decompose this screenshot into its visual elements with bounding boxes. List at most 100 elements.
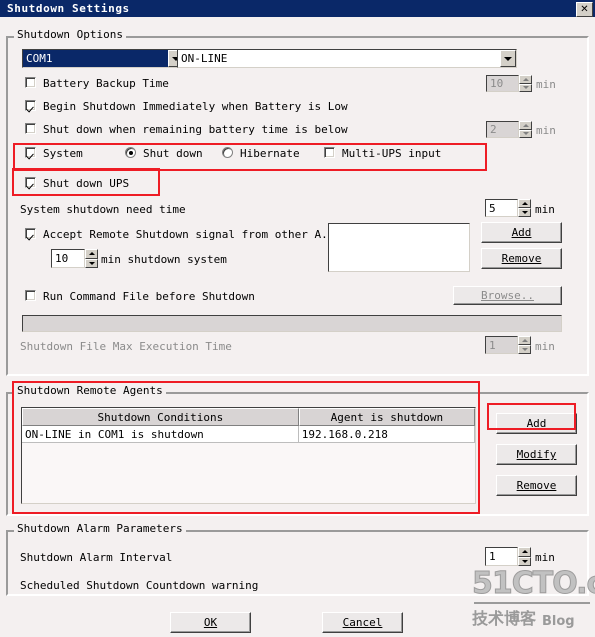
accept-remote-shutdown-checkbox[interactable]	[25, 228, 36, 239]
spin-up-icon[interactable]	[518, 547, 531, 557]
battery-backup-time-value[interactable]: 10	[486, 75, 519, 92]
status-combo[interactable]: ON-LINE	[177, 49, 517, 68]
agents-remove-button[interactable]: Remove	[496, 475, 577, 496]
chevron-down-icon-status[interactable]	[500, 50, 516, 67]
window-titlebar: Shutdown Settings	[0, 0, 595, 17]
remote-delay-value[interactable]: 10	[51, 249, 85, 268]
remote-agents-body: Shutdown Conditions Agent is shutdown ON…	[6, 392, 589, 516]
begin-shutdown-checkbox[interactable]	[25, 100, 36, 111]
watermark-sub-text: 技术博客	[472, 609, 537, 628]
spin-up-icon[interactable]	[85, 249, 98, 259]
system-shutdown-need-time-spin[interactable]: 5	[485, 199, 531, 217]
status-combo-value: ON-LINE	[181, 52, 228, 65]
agents-add-button[interactable]: Add	[496, 413, 577, 434]
multi-ups-label: Multi-UPS input	[342, 147, 442, 160]
spin-up-icon[interactable]	[519, 75, 532, 84]
system-shutdown-need-time-label: System shutdown need time	[20, 203, 186, 216]
agents-add-button-label: Add	[526, 417, 547, 430]
hibernate-radio-label: Hibernate	[240, 147, 300, 160]
run-command-file-checkbox[interactable]	[25, 290, 36, 301]
max-execution-time-spin[interactable]: 1	[485, 336, 531, 354]
remote-remove-button[interactable]: Remove	[481, 248, 562, 269]
hibernate-radio[interactable]	[222, 147, 233, 158]
close-icon[interactable]: ✕	[576, 2, 593, 17]
battery-backup-time-label: Battery Backup Time	[43, 77, 169, 90]
spin-down-icon[interactable]	[518, 556, 531, 566]
shutdown-remaining-spin-buttons[interactable]	[519, 121, 532, 138]
table-row[interactable]: ON-LINE in COM1 is shutdown 192.168.0.21…	[22, 426, 475, 443]
spin-up-icon[interactable]	[519, 121, 532, 130]
accept-remote-shutdown-label: Accept Remote Shutdown signal from other…	[43, 228, 342, 241]
column-header-shutdown-conditions[interactable]: Shutdown Conditions	[22, 408, 299, 426]
remote-agents-grid[interactable]: Shutdown Conditions Agent is shutdown ON…	[21, 407, 476, 504]
max-exec-unit: min	[535, 340, 555, 353]
command-path-input[interactable]	[22, 315, 562, 332]
shut-down-radio-label: Shut down	[143, 147, 203, 160]
shut-down-ups-checkbox[interactable]	[25, 177, 36, 188]
run-command-file-label: Run Command File before Shutdown	[43, 290, 255, 303]
agents-modify-button[interactable]: Modify	[496, 444, 577, 465]
shut-down-radio[interactable]	[125, 147, 136, 158]
max-exec-value[interactable]: 1	[485, 336, 518, 354]
spin-down-icon[interactable]	[518, 345, 531, 354]
remote-delay-spin-buttons[interactable]	[85, 249, 98, 268]
system-label: System	[43, 147, 83, 160]
remote-remove-button-label: Remove	[501, 252, 542, 265]
remote-delay-suffix-label: min shutdown system	[101, 253, 227, 266]
shutdown-remaining-label: Shut down when remaining battery time is…	[43, 123, 348, 136]
begin-shutdown-label: Begin Shutdown Immediately when Battery …	[43, 100, 348, 113]
battery-backup-time-spin-buttons[interactable]	[519, 75, 532, 92]
alarm-interval-unit: min	[535, 551, 555, 564]
browse-button-label: Browse..	[481, 289, 534, 302]
max-execution-time-label: Shutdown File Max Execution Time	[20, 340, 232, 353]
port-combo[interactable]: COM1	[22, 49, 185, 68]
alarm-interval-spin-buttons[interactable]	[518, 547, 531, 566]
alarm-parameters-body: Shutdown Alarm Interval 1 min Scheduled …	[6, 530, 589, 596]
alarm-interval-value[interactable]: 1	[485, 547, 518, 566]
spin-up-icon[interactable]	[518, 199, 531, 208]
shutdown-remaining-checkbox[interactable]	[25, 123, 36, 134]
battery-backup-time-spin[interactable]: 10	[486, 75, 532, 92]
alarm-parameters-title: Shutdown Alarm Parameters	[14, 522, 186, 535]
remote-add-button-label: Add	[511, 226, 532, 239]
ok-button[interactable]: OK	[170, 612, 251, 633]
window-title: Shutdown Settings	[7, 2, 130, 15]
remote-agents-listbox[interactable]	[328, 223, 470, 272]
browse-button[interactable]: Browse..	[453, 286, 562, 305]
system-checkbox[interactable]	[25, 147, 36, 158]
battery-backup-time-checkbox[interactable]	[25, 77, 36, 88]
countdown-warning-label: Scheduled Shutdown Countdown warning	[20, 579, 259, 592]
agents-remove-button-label: Remove	[516, 479, 557, 492]
spin-down-icon[interactable]	[519, 129, 532, 138]
cell-agent: 192.168.0.218	[298, 426, 475, 443]
spin-up-icon[interactable]	[518, 336, 531, 345]
spin-down-icon[interactable]	[518, 208, 531, 217]
shutdown-remaining-value[interactable]: 2	[486, 121, 519, 138]
need-time-unit: min	[535, 203, 555, 216]
column-header-agent-is-shutdown[interactable]: Agent is shutdown	[298, 408, 475, 426]
need-time-spin-buttons[interactable]	[518, 199, 531, 217]
remote-agents-grid-header: Shutdown Conditions Agent is shutdown	[22, 408, 475, 426]
shutdown-options-group: Shutdown Options COM1 ON-LINE Battery Ba…	[6, 28, 589, 376]
battery-backup-time-unit: min	[536, 78, 556, 91]
port-combo-value: COM1	[23, 50, 168, 67]
alarm-parameters-group: Shutdown Alarm Parameters Shutdown Alarm…	[6, 522, 589, 596]
alarm-interval-spin[interactable]: 1	[485, 547, 531, 566]
shutdown-options-title: Shutdown Options	[14, 28, 126, 41]
cancel-button[interactable]: Cancel	[322, 612, 403, 633]
shutdown-remaining-spin[interactable]: 2	[486, 121, 532, 138]
shutdown-options-body: COM1 ON-LINE Battery Backup Time 10 min …	[6, 36, 589, 376]
multi-ups-checkbox[interactable]	[324, 147, 335, 158]
need-time-value[interactable]: 5	[485, 199, 518, 217]
max-exec-spin-buttons[interactable]	[518, 336, 531, 354]
watermark-underline	[474, 602, 590, 604]
agents-modify-button-label: Modify	[516, 448, 557, 461]
alarm-interval-label: Shutdown Alarm Interval	[20, 551, 173, 564]
cell-condition: ON-LINE in COM1 is shutdown	[22, 426, 299, 443]
remote-agents-title: Shutdown Remote Agents	[14, 384, 166, 397]
remote-delay-spin[interactable]: 10	[51, 249, 98, 268]
remote-add-button[interactable]: Add	[481, 222, 562, 243]
watermark-blog-text: Blog	[542, 614, 575, 629]
spin-down-icon[interactable]	[85, 258, 98, 268]
spin-down-icon[interactable]	[519, 83, 532, 92]
